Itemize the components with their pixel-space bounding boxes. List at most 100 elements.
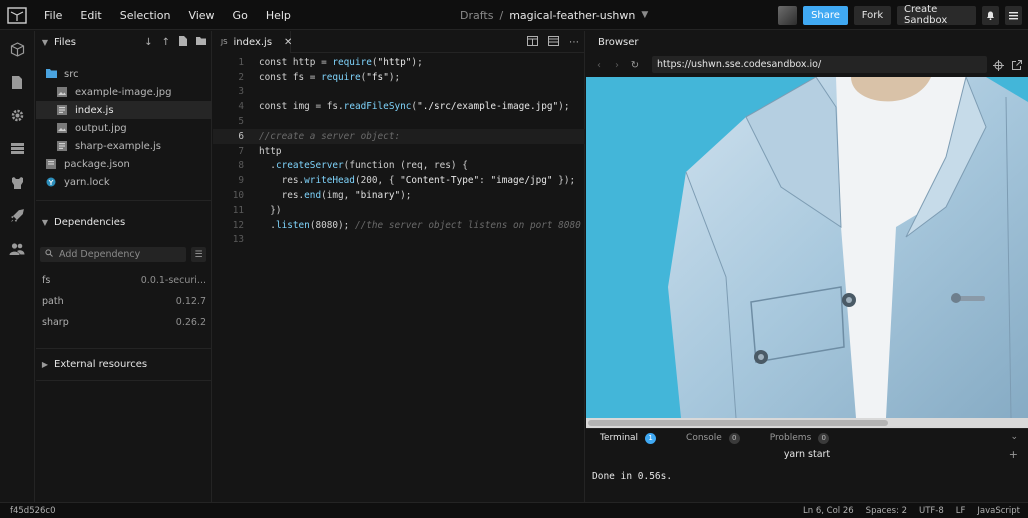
tree-item-label: src <box>64 68 79 80</box>
tab-problems[interactable]: Problems 0 <box>770 432 830 444</box>
code-line-current: 6//create a server object: <box>213 128 585 144</box>
github-icon[interactable] <box>8 173 26 191</box>
sandbox-name[interactable]: magical-feather-ushwn <box>509 9 635 22</box>
dependency-name: path <box>42 295 64 307</box>
url-input[interactable]: https://ushwn.sse.codesandbox.io/ <box>652 56 987 73</box>
preview-horizontal-scrollbar[interactable] <box>586 418 1028 428</box>
more-options-icon[interactable]: ⋯ <box>569 37 579 48</box>
file-icon[interactable] <box>8 73 26 91</box>
chevron-down-icon[interactable]: ⌄ <box>1010 432 1018 442</box>
editor-tab-bar: JS index.js ✕ ⋯ <box>213 31 585 53</box>
files-toolbar: ↓ ↑ <box>144 31 206 53</box>
commit-hash: f45d526c0 <box>10 506 56 516</box>
tree-item-label: package.json <box>64 158 130 170</box>
upload-icon[interactable]: ↑ <box>162 37 170 48</box>
code-area[interactable]: 1 const http = require("http"); 2 const fs… <box>213 55 585 247</box>
preview-image <box>586 77 1028 418</box>
menu-help[interactable]: Help <box>266 9 291 22</box>
terminal-title[interactable]: yarn start <box>586 449 1028 460</box>
status-right: Ln 6, Col 26 Spaces: 2 UTF-8 LF JavaScri… <box>803 503 1020 518</box>
status-bar: f45d526c0 Ln 6, Col 26 Spaces: 2 UTF-8 L… <box>0 502 1028 518</box>
files-section-header[interactable]: ▼ Files ↓ ↑ <box>36 31 212 53</box>
gear-icon[interactable] <box>8 106 26 124</box>
tree-item-example-image[interactable]: example-image.jpg <box>36 83 212 101</box>
code-line: 8 .createServer(function (req, res) { <box>213 159 585 174</box>
line-number: 13 <box>232 234 244 246</box>
tree-item-label: example-image.jpg <box>75 86 172 98</box>
fork-button[interactable]: Fork <box>854 5 891 25</box>
tab-terminal[interactable]: Terminal 1 <box>600 432 657 444</box>
cube-icon[interactable] <box>8 40 26 58</box>
menu-bar: File Edit Selection View Go Help <box>44 0 291 30</box>
dependency-row[interactable]: sharp 0.26.2 <box>36 313 212 331</box>
tab-console[interactable]: Console 0 <box>686 432 740 444</box>
terminal-panel: Terminal 1 Console 0 Problems 0 ⌄ yarn s… <box>586 428 1028 502</box>
tree-item-index-js[interactable]: index.js <box>36 101 212 119</box>
code-line: 2 const fs = require("fs"); <box>213 70 585 85</box>
split-horizontal-icon[interactable] <box>527 35 538 49</box>
open-external-icon[interactable] <box>1010 58 1024 72</box>
avatar[interactable] <box>778 5 797 25</box>
menu-file[interactable]: File <box>44 9 62 22</box>
add-dependency-input[interactable]: Add Dependency <box>40 247 186 262</box>
dependency-row[interactable]: path 0.12.7 <box>36 292 212 310</box>
breadcrumb-folder[interactable]: Drafts <box>460 9 493 22</box>
indentation[interactable]: Spaces: 2 <box>866 506 907 516</box>
create-sandbox-button-label: Create Sandbox <box>904 4 948 26</box>
users-icon[interactable] <box>8 240 26 258</box>
tree-item-label: yarn.lock <box>64 176 110 188</box>
back-icon[interactable]: ‹ <box>590 60 608 71</box>
scrollbar-thumb[interactable] <box>588 420 888 426</box>
codesandbox-logo-icon[interactable] <box>0 0 33 30</box>
chevron-down-icon: ▼ <box>41 217 49 227</box>
json-file-icon <box>46 159 56 169</box>
code-line: 11 }) <box>213 203 585 218</box>
crosshair-icon[interactable] <box>991 58 1005 72</box>
chevron-down-icon[interactable]: ▼ <box>641 10 648 20</box>
share-button[interactable]: Share <box>803 5 848 25</box>
dependencies-section-header[interactable]: ▼ Dependencies <box>36 211 212 233</box>
external-resources-header[interactable]: ▶ External resources <box>36 353 212 375</box>
tab-label: Console <box>686 433 722 443</box>
list-icon[interactable]: ☰ <box>191 247 206 262</box>
download-icon[interactable]: ↓ <box>144 37 152 48</box>
status-left: f45d526c0 <box>10 503 56 518</box>
server-icon[interactable] <box>8 139 26 157</box>
language-mode[interactable]: JavaScript <box>977 506 1020 516</box>
tab-badge: 1 <box>645 432 657 444</box>
line-number: 1 <box>238 56 244 68</box>
menu-edit[interactable]: Edit <box>80 9 101 22</box>
encoding[interactable]: UTF-8 <box>919 506 944 516</box>
tree-item-package-json[interactable]: package.json <box>36 155 212 173</box>
chevron-down-icon: ▼ <box>41 37 49 47</box>
cursor-position[interactable]: Ln 6, Col 26 <box>803 506 854 516</box>
tab-label: index.js <box>233 36 273 48</box>
new-file-icon[interactable] <box>179 35 187 49</box>
line-number: 11 <box>232 204 244 216</box>
create-sandbox-button[interactable]: Create Sandbox <box>897 4 976 26</box>
split-vertical-icon[interactable] <box>548 35 559 49</box>
tree-item-src[interactable]: src <box>36 65 212 83</box>
line-ending[interactable]: LF <box>956 506 966 516</box>
close-icon[interactable]: ✕ <box>284 37 292 48</box>
refresh-icon[interactable]: ↻ <box>626 60 644 71</box>
add-terminal-icon[interactable]: + <box>1009 448 1018 461</box>
bell-icon[interactable] <box>982 5 999 25</box>
menu-view[interactable]: View <box>188 9 214 22</box>
tree-item-output-jpg[interactable]: output.jpg <box>36 119 212 137</box>
tree-item-yarn-lock[interactable]: yarn.lock <box>36 173 212 191</box>
line-number: 2 <box>238 71 244 83</box>
dependency-row[interactable]: fs 0.0.1-securi... <box>36 271 212 289</box>
new-folder-icon[interactable] <box>196 36 206 48</box>
browser-panel: Browser ‹ › ↻ https://ushwn.sse.codesand… <box>586 31 1028 428</box>
menu-icon[interactable] <box>1005 5 1022 25</box>
tree-item-label: sharp-example.js <box>75 140 161 152</box>
line-number: 9 <box>238 175 244 187</box>
menu-selection[interactable]: Selection <box>120 9 171 22</box>
rocket-icon[interactable] <box>8 206 26 224</box>
forward-icon[interactable]: › <box>608 60 626 71</box>
tab-index-js[interactable]: JS index.js ✕ <box>213 31 292 53</box>
menu-go[interactable]: Go <box>233 9 248 22</box>
yarn-file-icon <box>46 177 56 187</box>
tree-item-sharp-example[interactable]: sharp-example.js <box>36 137 212 155</box>
